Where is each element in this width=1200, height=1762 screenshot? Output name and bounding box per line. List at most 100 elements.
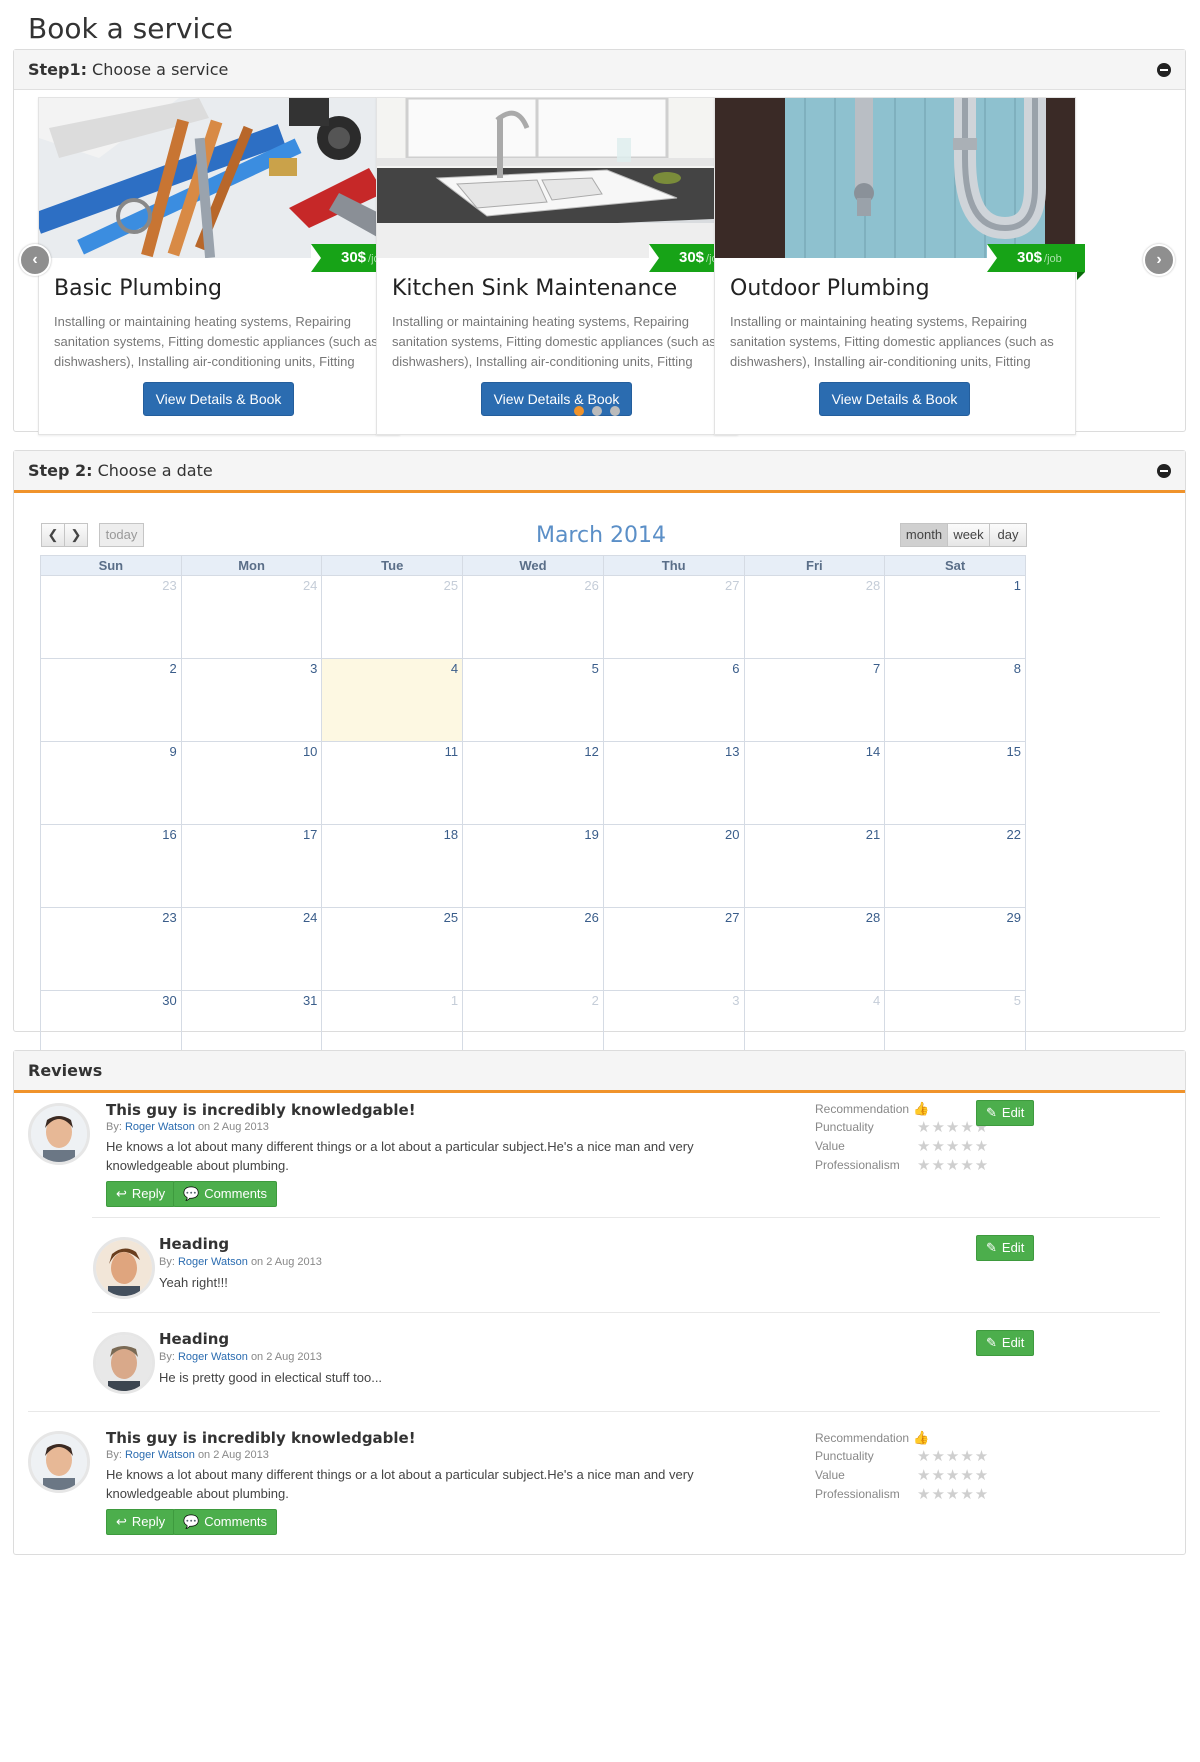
collapse-icon[interactable]: [1157, 62, 1171, 77]
calendar-day-cell[interactable]: 27: [602, 575, 745, 659]
calendar-day-cell[interactable]: 4: [321, 658, 464, 742]
comments-button[interactable]: 💬 Comments: [173, 1509, 278, 1535]
service-title: Basic Plumbing: [54, 276, 222, 301]
reply-byline: By: Roger Watson on 2 Aug 2013: [159, 1351, 322, 1363]
step1-label: Choose a service: [92, 60, 229, 79]
collapse-icon[interactable]: [1157, 463, 1171, 478]
avatar: [28, 1103, 90, 1165]
calendar-day-cell[interactable]: 29: [884, 907, 1026, 991]
reviews-header: Reviews: [14, 1051, 1185, 1093]
author-link[interactable]: Roger Watson: [178, 1351, 248, 1363]
calendar-week-row: 16 17 18 19 20 21 22: [40, 824, 1026, 908]
review-text: He knows a lot about many different thin…: [106, 1467, 694, 1501]
chevron-left-icon: ❮: [47, 527, 59, 542]
calendar-prev-button[interactable]: ❮: [41, 523, 65, 547]
review-text: He knows a lot about many different thin…: [106, 1139, 694, 1173]
author-link[interactable]: Roger Watson: [125, 1121, 195, 1133]
calendar-day-cell[interactable]: 23: [40, 907, 182, 991]
calendar-week-row: 23 24 25 26 27 28 29: [40, 907, 1026, 991]
service-image-plumbing-tools: [39, 98, 399, 258]
calendar-day-cell[interactable]: 14: [743, 741, 886, 825]
calendar-day-cell[interactable]: 25: [321, 907, 464, 991]
edit-button[interactable]: ✎ Edit: [976, 1235, 1035, 1261]
carousel-dot[interactable]: [592, 406, 602, 416]
comments-button[interactable]: 💬 Comments: [173, 1181, 278, 1207]
view-details-book-button[interactable]: View Details & Book: [143, 382, 294, 416]
calendar-day-cell[interactable]: 10: [180, 741, 323, 825]
calendar-day-cell[interactable]: 21: [743, 824, 886, 908]
calendar-day-cell[interactable]: 16: [40, 824, 182, 908]
review-ratings: Recommendation 👍 Punctuality ★★★★★ Value ★★…: [815, 1101, 990, 1175]
calendar-day-cell[interactable]: 22: [884, 824, 1026, 908]
edit-button[interactable]: ✎ Edit: [976, 1100, 1035, 1126]
price-tag: 30$/job: [987, 244, 1085, 280]
calendar-day-cell[interactable]: 23: [40, 575, 182, 659]
carousel-next-button[interactable]: ›: [1143, 244, 1175, 276]
reply-byline: By: Roger Watson on 2 Aug 2013: [159, 1256, 322, 1268]
calendar-day-cell[interactable]: 28: [743, 575, 886, 659]
step2-header[interactable]: Step 2: Choose a date: [14, 451, 1185, 493]
calendar-day-cell[interactable]: 19: [462, 824, 604, 908]
reply-button[interactable]: ↩ Reply: [106, 1509, 176, 1535]
service-description: Installing or maintaining heating system…: [54, 314, 378, 369]
calendar-day-cell[interactable]: 24: [180, 907, 323, 991]
calendar-day-cell[interactable]: 3: [180, 658, 323, 742]
calendar-day-cell[interactable]: 27: [602, 907, 745, 991]
page-title: Book a service: [28, 12, 233, 45]
calendar-day-cell[interactable]: 7: [743, 658, 886, 742]
reply-icon: ↩: [116, 1514, 127, 1529]
service-card: 30$/job Kitchen Sink Maintenance Install…: [376, 97, 747, 435]
calendar-day-cell[interactable]: 24: [180, 575, 323, 659]
calendar-view-month[interactable]: month: [900, 523, 948, 547]
calendar-day-cell[interactable]: 6: [602, 658, 745, 742]
weekday-header: Tue: [321, 555, 464, 576]
calendar-day-cell[interactable]: 15: [884, 741, 1026, 825]
calendar-day-cell[interactable]: 1: [884, 575, 1026, 659]
carousel-prev-button[interactable]: ‹: [19, 244, 51, 276]
weekday-header: Wed: [462, 555, 604, 576]
carousel-dot[interactable]: [610, 406, 620, 416]
calendar-day-cell[interactable]: 25: [321, 575, 464, 659]
calendar-day-cell[interactable]: 11: [321, 741, 464, 825]
calendar-next-button[interactable]: ❯: [64, 523, 88, 547]
step2-panel: Step 2: Choose a date ❮ ❯ today March 201…: [13, 450, 1186, 1074]
star-rating[interactable]: ★★★★★: [917, 1156, 989, 1175]
carousel-indicators: [574, 406, 620, 416]
weekday-header-row: Sun Mon Tue Wed Thu Fri Sat: [40, 555, 1026, 576]
calendar-day-cell[interactable]: 28: [743, 907, 886, 991]
star-rating[interactable]: ★★★★★: [917, 1447, 989, 1466]
step1-header[interactable]: Step1: Choose a service: [14, 50, 1185, 90]
step2-label: Choose a date: [97, 461, 213, 480]
calendar-day-cell[interactable]: 20: [602, 824, 745, 908]
calendar-day-cell[interactable]: 17: [180, 824, 323, 908]
reviews-panel: Reviews This guy is incredibly knowledga…: [13, 1050, 1186, 1555]
calendar-day-cell[interactable]: 2: [40, 658, 182, 742]
calendar-today-button[interactable]: today: [99, 523, 144, 547]
reply-button[interactable]: ↩ Reply: [106, 1181, 176, 1207]
edit-button[interactable]: ✎ Edit: [976, 1330, 1035, 1356]
calendar-day-cell[interactable]: 9: [40, 741, 182, 825]
comment-icon: 💬: [183, 1186, 200, 1201]
calendar-view-week[interactable]: week: [947, 523, 990, 547]
thumbs-up-icon: 👍: [913, 1430, 930, 1445]
service-card: 30$/job Basic Plumbing Installing or mai…: [38, 97, 409, 435]
author-link[interactable]: Roger Watson: [178, 1256, 248, 1268]
edit-icon: ✎: [986, 1105, 997, 1120]
calendar-day-cell[interactable]: 13: [602, 741, 745, 825]
reply-icon: ↩: [116, 1186, 127, 1201]
calendar-day-cell[interactable]: 26: [462, 575, 604, 659]
calendar-view-day[interactable]: day: [989, 523, 1027, 547]
carousel-dot[interactable]: [574, 406, 584, 416]
calendar-day-cell[interactable]: 26: [462, 907, 604, 991]
calendar-day-cell[interactable]: 8: [884, 658, 1026, 742]
calendar-day-cell[interactable]: 5: [462, 658, 604, 742]
service-title: Kitchen Sink Maintenance: [392, 276, 678, 301]
calendar-day-cell[interactable]: 18: [321, 824, 464, 908]
reply-title: Heading: [159, 1330, 230, 1348]
star-rating[interactable]: ★★★★★: [917, 1466, 989, 1485]
view-details-book-button[interactable]: View Details & Book: [819, 382, 970, 416]
calendar-day-cell[interactable]: 12: [462, 741, 604, 825]
author-link[interactable]: Roger Watson: [125, 1449, 195, 1461]
star-rating[interactable]: ★★★★★: [917, 1485, 989, 1504]
star-rating[interactable]: ★★★★★: [917, 1137, 989, 1156]
